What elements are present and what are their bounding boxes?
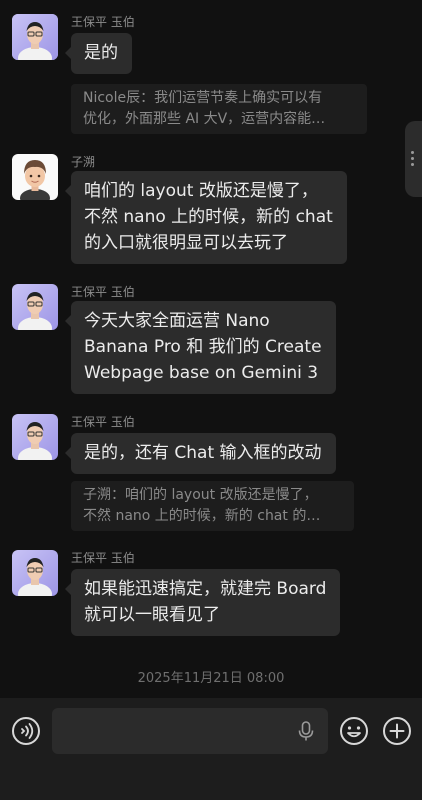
message-text: Webpage base on Gemini 3 — [84, 363, 319, 383]
avatar-wangbaoping[interactable] — [12, 550, 58, 596]
message-item: 王保平 玉伯 今天大家全面运营 Nano Banana Pro 和 我们的 Cr… — [12, 284, 412, 399]
quote-text: 优化，外面那些 AI 大V，运营内容能… — [83, 111, 326, 127]
message-text: 是的 — [84, 43, 118, 63]
message-text: 咱们的 layout 改版还是慢了， — [84, 181, 318, 201]
avatar-zisu[interactable] — [12, 154, 58, 200]
chat-timestamp: 2025年11月21日 08:00 — [137, 671, 285, 686]
input-bar — [0, 698, 422, 800]
emoji-icon[interactable] — [339, 716, 369, 746]
sender-name: 子溯 — [71, 155, 96, 169]
sender-name: 王保平 玉伯 — [71, 285, 135, 299]
voice-mode-icon[interactable] — [11, 716, 41, 746]
message-bubble[interactable]: 是的 — [65, 33, 132, 74]
quote-text: 不然 nano 上的时候，新的 chat 的… — [83, 508, 321, 524]
quoted-reply[interactable]: 子溯：咱们的 layout 改版还是慢了， 不然 nano 上的时候，新的 ch… — [71, 481, 354, 531]
message-bubble[interactable]: 今天大家全面运营 Nano Banana Pro 和 我们的 Create We… — [65, 301, 336, 394]
message-text: 的入口就很明显可以去玩了 — [84, 233, 288, 253]
message-item: 子溯 咱们的 layout 改版还是慢了， 不然 nano 上的时候，新的 ch… — [12, 154, 412, 269]
message-text: 就可以一眼看见了 — [84, 605, 220, 625]
sender-name: 王保平 玉伯 — [71, 551, 135, 565]
sender-name: 王保平 玉伯 — [71, 415, 135, 429]
chat-message-list[interactable]: 王保平 玉伯 是的 Nicole辰：我们运营节奏上确实可以有 优化，外面那些 A… — [0, 0, 422, 698]
avatar-wangbaoping[interactable] — [12, 284, 58, 330]
avatar-wangbaoping[interactable] — [12, 414, 58, 460]
message-item: 王保平 玉伯 是的 Nicole辰：我们运营节奏上确实可以有 优化，外面那些 A… — [12, 14, 412, 139]
quote-text: 子溯：咱们的 layout 改版还是慢了， — [83, 487, 318, 503]
sender-name: 王保平 玉伯 — [71, 15, 135, 29]
avatar-wangbaoping[interactable] — [12, 14, 58, 60]
side-panel-handle[interactable] — [405, 121, 422, 197]
message-text: 是的，还有 Chat 输入框的改动 — [84, 443, 322, 463]
message-bubble[interactable]: 是的，还有 Chat 输入框的改动 — [65, 433, 336, 474]
more-dots-icon — [411, 151, 415, 169]
message-text: 不然 nano 上的时候，新的 chat — [84, 207, 333, 227]
message-text: 今天大家全面运营 Nano — [84, 311, 270, 331]
plus-icon[interactable] — [382, 716, 412, 746]
quote-text: Nicole辰：我们运营节奏上确实可以有 — [83, 90, 323, 106]
message-input[interactable] — [62, 716, 286, 748]
microphone-icon[interactable] — [296, 720, 316, 742]
message-text: 如果能迅速搞定，就建完 Board — [84, 579, 327, 599]
message-item: 王保平 玉伯 是的，还有 Chat 输入框的改动 子溯：咱们的 layout 改… — [12, 414, 412, 539]
message-input-field[interactable] — [52, 708, 328, 754]
quoted-reply[interactable]: Nicole辰：我们运营节奏上确实可以有 优化，外面那些 AI 大V，运营内容能… — [71, 84, 367, 134]
message-item: 王保平 玉伯 如果能迅速搞定，就建完 Board 就可以一眼看见了 — [12, 550, 412, 645]
message-bubble[interactable]: 如果能迅速搞定，就建完 Board 就可以一眼看见了 — [64, 569, 341, 636]
message-bubble[interactable]: 咱们的 layout 改版还是慢了， 不然 nano 上的时候，新的 chat … — [65, 171, 347, 264]
message-text: Banana Pro 和 我们的 Create — [84, 337, 322, 357]
